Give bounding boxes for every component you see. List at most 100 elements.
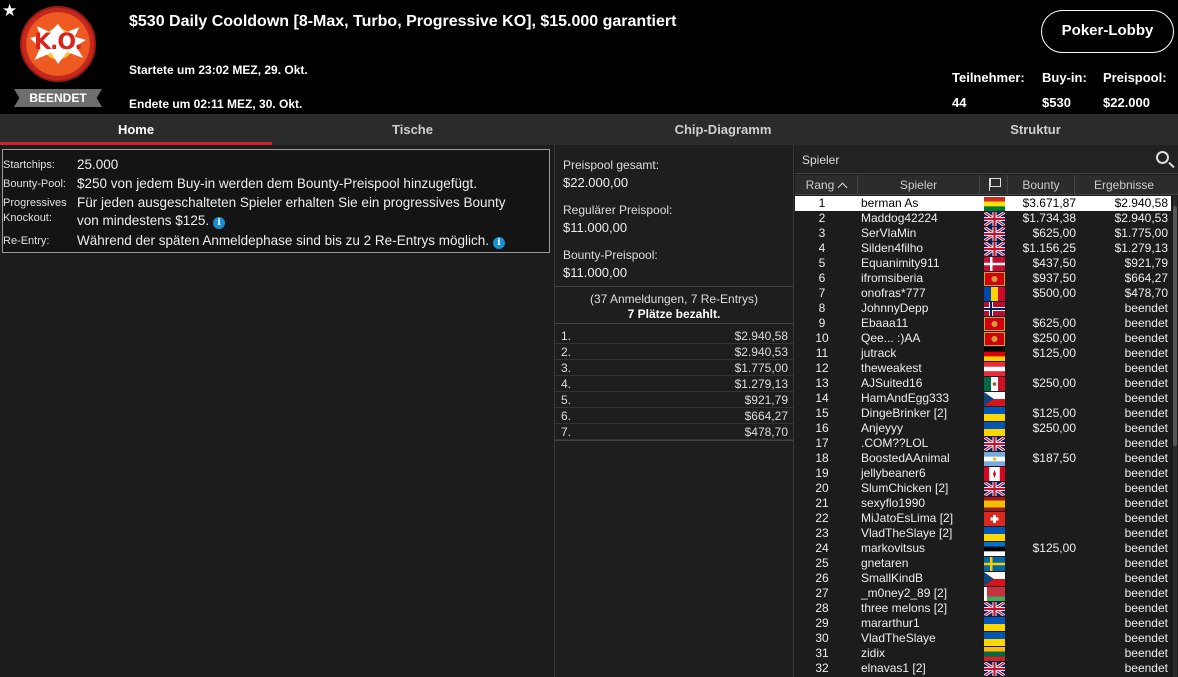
col-player[interactable]: Spieler	[858, 175, 980, 195]
player-result: beendet	[1124, 481, 1168, 495]
player-result: beendet	[1124, 361, 1168, 375]
start-time: Startete um 23:02 MEZ, 29. Okt.	[129, 63, 308, 77]
player-name: JohnnyDepp	[861, 301, 929, 315]
pko-label-line1: Progressives	[3, 197, 67, 209]
info-icon[interactable]: i	[492, 237, 505, 249]
player-row[interactable]: 14 HamAndEgg333 beendet	[795, 391, 1171, 406]
player-row[interactable]: 21 sexyflo1990 beendet	[795, 496, 1171, 511]
country-flag-icon	[984, 242, 1005, 256]
player-row[interactable]: 22 MiJatoEsLima [2] beendet	[795, 511, 1171, 526]
payout-row: 7. $478,70	[555, 424, 793, 440]
player-row[interactable]: 15 DingeBrinker [2] $125,00 beendet	[795, 406, 1171, 421]
player-row[interactable]: 8 JohnnyDepp beendet	[795, 301, 1171, 316]
country-flag-icon	[984, 257, 1005, 271]
poker-lobby-button[interactable]: Poker-Lobby	[1041, 10, 1174, 53]
bounty-pool-value: $250 von jedem Buy-in werden dem Bounty-…	[77, 176, 477, 191]
startchips-value: 25.000	[77, 157, 119, 172]
player-row[interactable]: 23 VladTheSlaye [2] beendet	[795, 526, 1171, 541]
player-row[interactable]: 5 Equanimity911 $437,50 $921,79	[795, 256, 1171, 271]
player-row[interactable]: 11 jutrack $125,00 beendet	[795, 346, 1171, 361]
player-name: zidix	[861, 646, 886, 660]
status-badge: BEENDET	[14, 89, 102, 107]
player-row[interactable]: 1 berman As $3.671,87 $2.940,58	[795, 196, 1171, 211]
player-row[interactable]: 29 mararthur1 beendet	[795, 616, 1171, 631]
player-name: _m0ney2_89 [2]	[861, 586, 948, 600]
player-result: beendet	[1124, 391, 1168, 405]
player-name: theweakest	[861, 361, 922, 375]
player-result: beendet	[1124, 556, 1168, 570]
player-rank: 7	[818, 286, 826, 300]
sort-ascending-icon[interactable]	[837, 182, 848, 193]
payout-row: 3. $1.775,00	[555, 360, 793, 376]
player-result: beendet	[1124, 376, 1168, 390]
payout-amount: $2.940,53	[734, 345, 788, 359]
player-row[interactable]: 16 Anjeyyy $250,00 beendet	[795, 421, 1171, 436]
bounty-pool-total-label: Bounty-Preispool:	[563, 248, 658, 262]
country-flag-icon	[984, 317, 1005, 331]
player-row[interactable]: 32 elnavas1 [2] beendet	[795, 661, 1171, 676]
player-row[interactable]: 9 Ebaaa11 $625,00 beendet	[795, 316, 1171, 331]
player-row[interactable]: 19 jellybeaner6 beendet	[795, 466, 1171, 481]
player-row[interactable]: 28 three melons [2] beendet	[795, 601, 1171, 616]
payout-place: 3.	[561, 361, 572, 375]
player-name: SlumChicken [2]	[861, 481, 949, 495]
reentry-label: Re-Entry:	[3, 235, 50, 247]
search-icon[interactable]	[1156, 151, 1169, 164]
prizepool-value: $22.000	[1103, 95, 1150, 110]
player-row[interactable]: 17 .COM??LOL beendet	[795, 436, 1171, 451]
player-name: ifromsiberia	[861, 271, 924, 285]
player-bounty: $250,00	[1032, 421, 1076, 435]
info-icon[interactable]: i	[213, 217, 226, 229]
search-input[interactable]: Spieler	[802, 153, 839, 167]
player-result: beendet	[1124, 421, 1168, 435]
col-rank[interactable]: Rang	[795, 175, 858, 195]
col-country[interactable]	[980, 175, 1008, 195]
player-bounty: $937,50	[1032, 271, 1076, 285]
player-row[interactable]: 3 SerVlaMin $625,00 $1.775,00	[795, 226, 1171, 241]
player-rank: 19	[815, 466, 829, 480]
player-row[interactable]: 20 SlumChicken [2] beendet	[795, 481, 1171, 496]
player-row[interactable]: 18 BoostedAAnimal $187,50 beendet	[795, 451, 1171, 466]
player-row[interactable]: 12 theweakest beendet	[795, 361, 1171, 376]
player-row[interactable]: 24 markovitsus $125,00 beendet	[795, 541, 1171, 556]
player-row[interactable]: 10 Qee... :)AA $250,00 beendet	[795, 331, 1171, 346]
player-rank: 13	[815, 376, 829, 390]
player-result: beendet	[1124, 616, 1168, 630]
payout-place: 6.	[561, 409, 572, 423]
player-rank: 30	[815, 631, 829, 645]
player-name: Ebaaa11	[861, 316, 909, 330]
payout-place: 4.	[561, 377, 572, 391]
scrollbar-thumb[interactable]	[1173, 206, 1177, 446]
tab-home[interactable]: Home	[0, 114, 272, 145]
player-row[interactable]: 4 Silden4filho $1.156,25 $1.279,13	[795, 241, 1171, 256]
tab-chip-chart[interactable]: Chip-Diagramm	[553, 114, 893, 145]
players-scrollbar[interactable]	[1173, 196, 1177, 677]
country-flag-icon	[984, 542, 1005, 556]
favorite-star-icon[interactable]: ★	[2, 2, 17, 19]
col-bounty[interactable]: Bounty	[1008, 175, 1075, 195]
payout-row: 1. $2.940,58	[555, 328, 793, 344]
player-name: .COM??LOL	[861, 436, 929, 450]
tab-structure[interactable]: Struktur	[893, 114, 1178, 145]
player-row[interactable]: 26 SmallKindB beendet	[795, 571, 1171, 586]
country-flag-icon	[984, 632, 1005, 646]
col-results[interactable]: Ergebnisse	[1075, 175, 1173, 195]
tab-tables[interactable]: Tische	[272, 114, 553, 145]
player-row[interactable]: 7 onofras*777 $500,00 $478,70	[795, 286, 1171, 301]
player-row[interactable]: 31 zidix beendet	[795, 646, 1171, 661]
player-row[interactable]: 27 _m0ney2_89 [2] beendet	[795, 586, 1171, 601]
player-row[interactable]: 25 gnetaren beendet	[795, 556, 1171, 571]
player-row[interactable]: 30 VladTheSlaye beendet	[795, 631, 1171, 646]
player-search[interactable]: Spieler	[795, 145, 1178, 174]
player-row[interactable]: 13 AJSuited16 $250,00 beendet	[795, 376, 1171, 391]
player-bounty: $125,00	[1032, 541, 1076, 555]
player-row[interactable]: 2 Maddog42224 $1.734,38 $2.940,53	[795, 211, 1171, 226]
player-name: AJSuited16	[861, 376, 923, 390]
player-result: $664,27	[1124, 271, 1168, 285]
tab-bar: Home Tische Chip-Diagramm Struktur	[0, 114, 1178, 145]
player-row[interactable]: 6 ifromsiberia $937,50 $664,27	[795, 271, 1171, 286]
player-name: onofras*777	[861, 286, 926, 300]
total-pool-label: Preispool gesamt:	[563, 158, 660, 172]
payout-place: 5.	[561, 393, 572, 407]
player-result: $2.940,53	[1114, 211, 1168, 225]
